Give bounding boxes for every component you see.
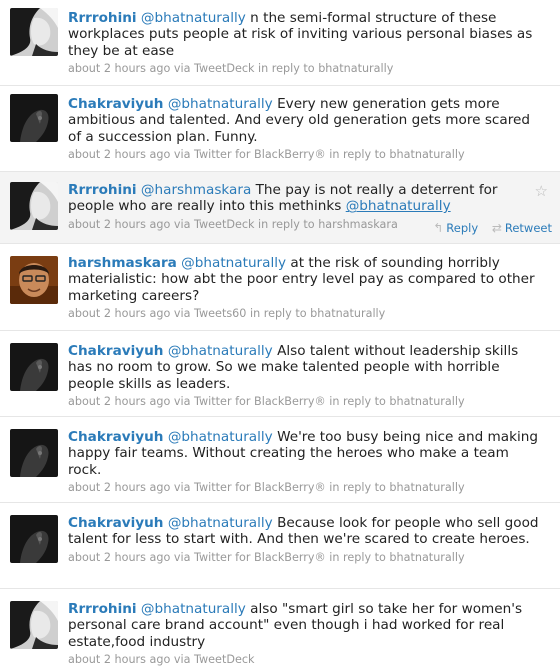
tweet-body: Rrrrohini @harshmaskara The pay is not r… [68, 182, 528, 215]
retweet-icon: ⇄ [491, 221, 502, 235]
man-face-avatar[interactable] [10, 256, 58, 304]
dark-hand-avatar[interactable] [10, 429, 58, 477]
retweet-button[interactable]: ⇄ Retweet [492, 221, 552, 235]
in-reply-link[interactable]: bhatnaturally [389, 148, 464, 161]
tweet-item: Chakraviyuh @bhatnaturally We're too bus… [0, 417, 560, 503]
tweet-meta: about 2 hours ago via TweetDeck [68, 653, 546, 666]
retweet-label: Retweet [504, 221, 552, 235]
tweet-item: Rrrrohini @bhatnaturally n the semi-form… [0, 0, 560, 86]
via-label: via [173, 550, 191, 564]
tweet-meta: about 2 hours ago via Twitter for BlackB… [68, 395, 546, 408]
tweet-text: also "smart girl so take her for women's… [68, 601, 523, 650]
dark-hand-avatar[interactable] [10, 343, 58, 391]
via-label: via [173, 653, 191, 667]
tweet-body: Chakraviyuh @bhatnaturally Every new gen… [68, 96, 546, 145]
tweet-item: Rrrrohini @bhatnaturally also "smart gir… [0, 589, 560, 672]
client-link[interactable]: TweetDeck [194, 218, 254, 231]
tweet-item: Chakraviyuh @bhatnaturally Every new gen… [0, 86, 560, 172]
woman-profile-avatar[interactable] [10, 8, 58, 56]
mention-link[interactable]: @bhatnaturally [168, 429, 273, 445]
in-reply-link[interactable]: bhatnaturally [310, 307, 385, 320]
mention-link[interactable]: @bhatnaturally [346, 198, 451, 214]
mention-link[interactable]: @harshmaskara [141, 182, 251, 198]
tweet-body: Rrrrohini @bhatnaturally n the semi-form… [68, 10, 546, 59]
tweet-item: Chakraviyuh @bhatnaturally Also talent w… [0, 331, 560, 417]
tweet-body: harshmaskara @bhatnaturally at the risk … [68, 255, 546, 304]
tweet-body: Chakraviyuh @bhatnaturally Also talent w… [68, 343, 546, 392]
client-link[interactable]: Twitter for BlackBerry® [194, 551, 326, 564]
woman-profile-avatar[interactable] [10, 182, 58, 230]
dark-hand-avatar[interactable] [10, 515, 58, 563]
in-reply-label: in reply to [329, 481, 386, 495]
in-reply-link[interactable]: bhatnaturally [389, 395, 464, 408]
via-label: via [173, 148, 191, 162]
via-label: via [173, 481, 191, 495]
timestamp-link[interactable]: about 2 hours ago [68, 653, 170, 666]
tweet-item: harshmaskara @bhatnaturally at the risk … [0, 244, 560, 331]
tweet-body: Chakraviyuh @bhatnaturally Because look … [68, 515, 546, 548]
in-reply-link[interactable]: bhatnaturally [389, 551, 464, 564]
mention-link[interactable]: @bhatnaturally [181, 255, 286, 271]
tweet-meta: about 2 hours ago via TweetDeck in reply… [68, 62, 546, 75]
in-reply-link[interactable]: harshmaskara [318, 218, 398, 231]
tweet-item: ☆ Rrrrohini @harshmaskara The pay is not… [0, 172, 560, 244]
dark-hand-avatar[interactable] [10, 94, 58, 142]
username-link[interactable]: Chakraviyuh [68, 515, 163, 531]
star-icon[interactable]: ☆ [535, 182, 548, 200]
timestamp-link[interactable]: about 2 hours ago [68, 481, 170, 494]
username-link[interactable]: Rrrrohini [68, 601, 137, 617]
in-reply-link[interactable]: bhatnaturally [389, 481, 464, 494]
woman-profile-avatar[interactable] [10, 601, 58, 649]
timestamp-link[interactable]: about 2 hours ago [68, 218, 170, 231]
tweet-meta: about 2 hours ago via Twitter for BlackB… [68, 551, 546, 564]
via-label: via [173, 395, 191, 409]
client-link[interactable]: TweetDeck [194, 62, 254, 75]
tweet-text: n the semi-formal structure of these wor… [68, 10, 533, 59]
username-link[interactable]: Rrrrohini [68, 10, 137, 26]
tweet-meta: about 2 hours ago via Twitter for BlackB… [68, 481, 546, 494]
username-link[interactable]: Chakraviyuh [68, 96, 163, 112]
via-label: via [173, 217, 191, 231]
username-link[interactable]: Rrrrohini [68, 182, 137, 198]
tweet-meta: about 2 hours ago via Tweets60 in reply … [68, 307, 546, 320]
tweet-body: Rrrrohini @bhatnaturally also "smart gir… [68, 601, 546, 650]
client-link[interactable]: Twitter for BlackBerry® [194, 395, 326, 408]
reply-label: Reply [446, 221, 479, 235]
mention-link[interactable]: @bhatnaturally [168, 515, 273, 531]
tweet-actions: ↰ Reply ⇄ Retweet [423, 221, 552, 235]
reply-button[interactable]: ↰ Reply [433, 221, 478, 235]
in-reply-label: in reply to [329, 550, 386, 564]
timestamp-link[interactable]: about 2 hours ago [68, 395, 170, 408]
timestamp-link[interactable]: about 2 hours ago [68, 62, 170, 75]
in-reply-label: in reply to [249, 307, 307, 321]
username-link[interactable]: Chakraviyuh [68, 429, 163, 445]
timestamp-link[interactable]: about 2 hours ago [68, 307, 170, 320]
timestamp-link[interactable]: about 2 hours ago [68, 551, 170, 564]
tweet-body: Chakraviyuh @bhatnaturally We're too bus… [68, 429, 546, 478]
client-link[interactable]: Twitter for BlackBerry® [194, 148, 326, 161]
in-reply-label: in reply to [329, 148, 386, 162]
mention-link[interactable]: @bhatnaturally [168, 96, 273, 112]
tweet-meta: about 2 hours ago via Twitter for BlackB… [68, 148, 546, 161]
username-link[interactable]: Chakraviyuh [68, 343, 163, 359]
reply-arrow-icon: ↰ [433, 221, 444, 235]
mention-link[interactable]: @bhatnaturally [168, 343, 273, 359]
mention-link[interactable]: @bhatnaturally [141, 601, 246, 617]
client-link[interactable]: Twitter for BlackBerry® [194, 481, 326, 494]
via-label: via [173, 62, 191, 76]
timestamp-link[interactable]: about 2 hours ago [68, 148, 170, 161]
in-reply-label: in reply to [258, 62, 315, 76]
in-reply-label: in reply to [329, 395, 386, 409]
tweet-item: Chakraviyuh @bhatnaturally Because look … [0, 503, 560, 589]
mention-link[interactable]: @bhatnaturally [141, 10, 246, 26]
tweet-timeline: Rrrrohini @bhatnaturally n the semi-form… [0, 0, 560, 672]
via-label: via [173, 307, 191, 321]
client-link[interactable]: TweetDeck [194, 653, 254, 666]
in-reply-label: in reply to [258, 217, 315, 231]
username-link[interactable]: harshmaskara [68, 255, 177, 271]
client-link[interactable]: Tweets60 [194, 307, 246, 320]
in-reply-link[interactable]: bhatnaturally [318, 62, 393, 75]
